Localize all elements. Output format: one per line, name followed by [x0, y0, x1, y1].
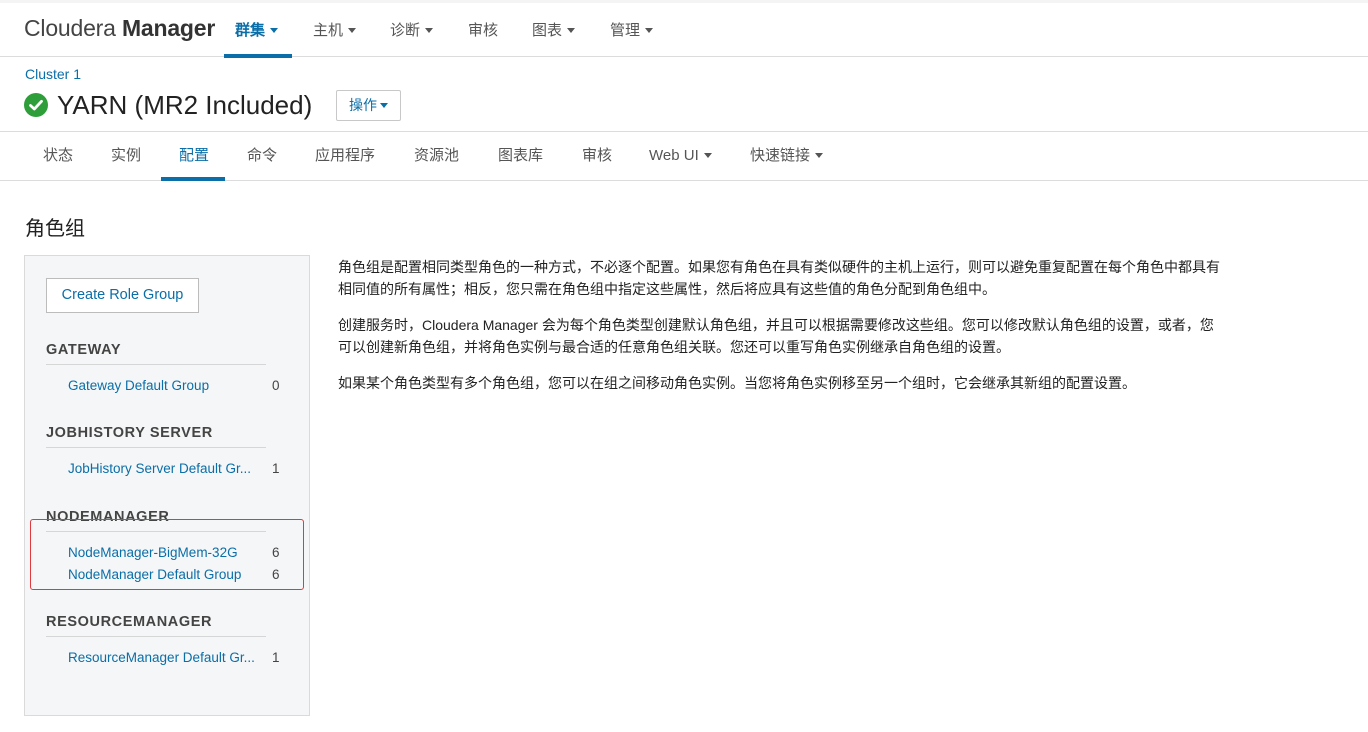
group-header-resourcemanager: RESOURCEMANAGER — [46, 614, 266, 637]
chevron-down-icon — [348, 28, 357, 33]
nav-diagnostics[interactable]: 诊断 — [390, 0, 434, 57]
service-tabs: 状态 实例 配置 命令 应用程序 资源池 图表库 审核 Web UI 快速链接 — [0, 131, 1368, 181]
group-header-gateway: GATEWAY — [46, 342, 266, 365]
create-role-group-button[interactable]: Create Role Group — [46, 278, 199, 313]
role-group-link[interactable]: NodeManager Default Group — [68, 567, 268, 582]
page-title: YARN (MR2 Included) — [57, 90, 313, 120]
role-group-count: 6 — [272, 567, 280, 582]
role-group-count: 1 — [272, 650, 280, 665]
role-group-sidebar: Create Role Group GATEWAY Gateway Defaul… — [24, 255, 310, 716]
breadcrumb-cluster[interactable]: Cluster 1 — [25, 66, 81, 82]
role-group-count: 1 — [272, 461, 280, 476]
role-group-description: 角色组是配置相同类型角色的一种方式，不必逐个配置。如果您有角色在具有类似硬件的主… — [338, 256, 1223, 408]
tab-audits[interactable]: 审核 — [582, 132, 612, 180]
tab-status[interactable]: 状态 — [43, 132, 73, 180]
cloudera-manager-logo[interactable]: Cloudera Manager — [24, 15, 215, 42]
chevron-down-icon — [567, 28, 576, 33]
role-group-link[interactable]: Gateway Default Group — [68, 378, 268, 393]
check-circle-icon — [24, 93, 48, 117]
active-nav-indicator — [224, 54, 293, 58]
tab-configuration[interactable]: 配置 — [161, 132, 226, 181]
active-tab-indicator — [161, 177, 226, 181]
tab-web-ui[interactable]: Web UI — [649, 132, 712, 180]
nav-administration[interactable]: 管理 — [610, 0, 654, 57]
chevron-down-icon — [815, 153, 824, 158]
role-group-link[interactable]: ResourceManager Default Gr... — [68, 650, 268, 665]
chevron-down-icon — [270, 28, 279, 33]
role-group-count: 6 — [272, 545, 280, 560]
tab-quick-links[interactable]: 快速链接 — [750, 132, 824, 180]
description-paragraph: 角色组是配置相同类型角色的一种方式，不必逐个配置。如果您有角色在具有类似硬件的主… — [338, 259, 1220, 297]
nav-hosts[interactable]: 主机 — [313, 0, 357, 57]
description-paragraph: 创建服务时，Cloudera Manager 会为每个角色类型创建默认角色组，并… — [338, 317, 1214, 355]
nav-audits[interactable]: 审核 — [468, 0, 498, 57]
top-navbar: Cloudera Manager 群集 主机 诊断 审核 图表 管理 — [0, 0, 1368, 58]
tab-chart-library[interactable]: 图表库 — [498, 132, 543, 180]
group-header-jobhistory: JOBHISTORY SERVER — [46, 425, 266, 448]
chevron-down-icon — [425, 28, 434, 33]
tab-instances[interactable]: 实例 — [111, 132, 141, 180]
nav-charts[interactable]: 图表 — [532, 0, 576, 57]
description-paragraph: 如果某个角色类型有多个角色组，您可以在组之间移动角色实例。当您将角色实例移至另一… — [338, 375, 1136, 391]
chevron-down-icon — [380, 103, 388, 108]
chevron-down-icon — [645, 28, 654, 33]
chevron-down-icon — [703, 153, 712, 158]
group-header-nodemanager: NODEMANAGER — [46, 509, 266, 532]
tab-applications[interactable]: 应用程序 — [315, 132, 375, 180]
role-group-link[interactable]: JobHistory Server Default Gr... — [68, 461, 268, 476]
tab-commands[interactable]: 命令 — [247, 132, 277, 180]
section-title: 角色组 — [25, 218, 85, 240]
tab-resource-pools[interactable]: 资源池 — [414, 132, 459, 180]
role-group-count: 0 — [272, 378, 280, 393]
actions-dropdown-button[interactable]: 操作 — [336, 90, 401, 121]
role-group-link[interactable]: NodeManager-BigMem-32G — [68, 545, 268, 560]
window-edge — [0, 0, 1368, 3]
nav-clusters[interactable]: 群集 — [224, 0, 293, 58]
